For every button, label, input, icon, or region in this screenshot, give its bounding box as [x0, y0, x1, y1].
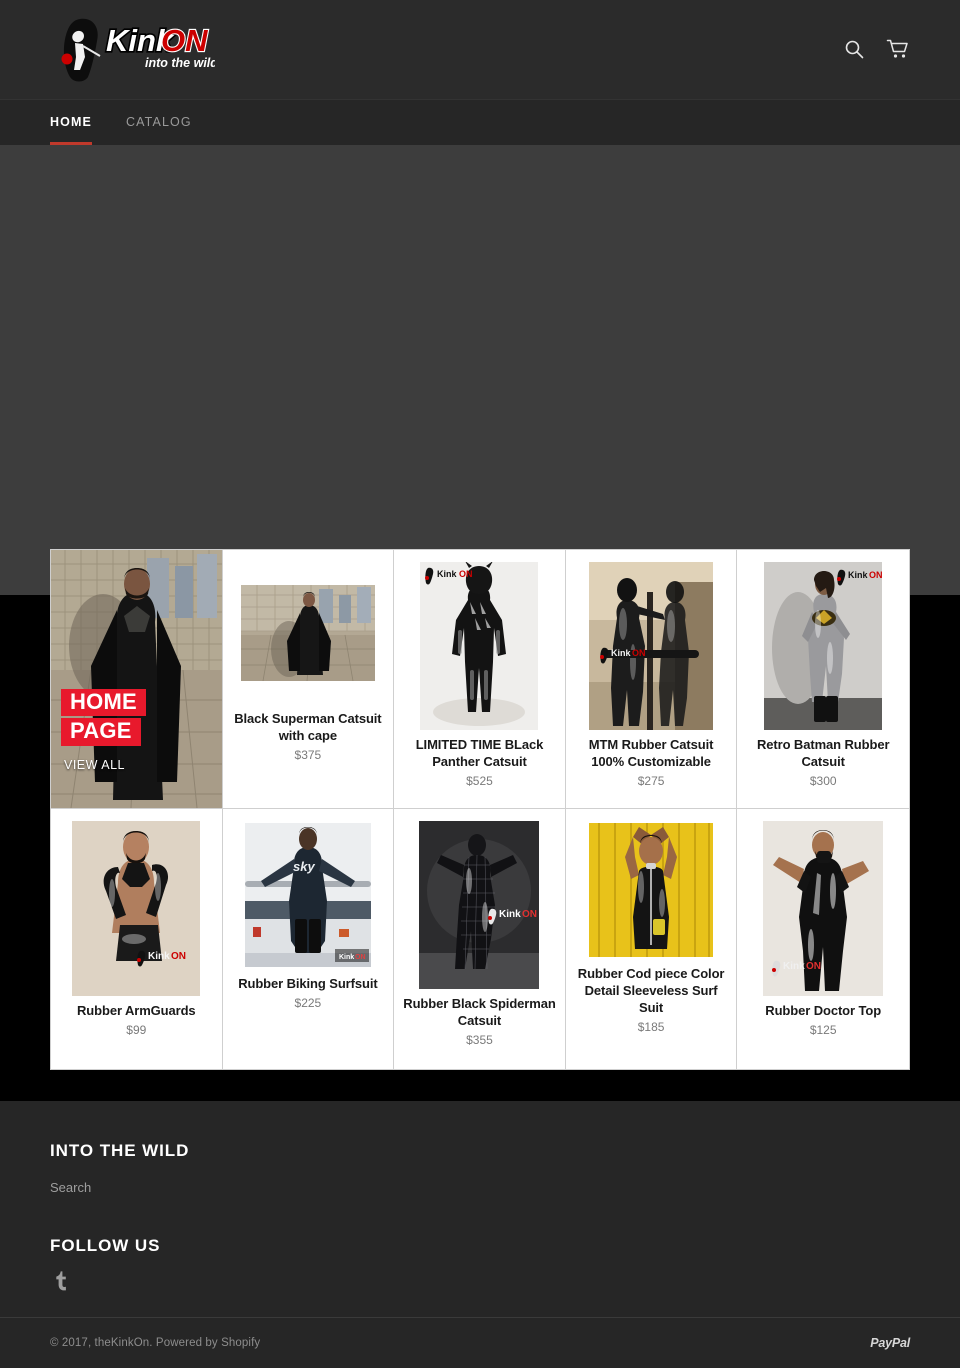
svg-text:Kink: Kink: [499, 909, 521, 920]
product-price: $99: [126, 1023, 147, 1038]
social-links: [50, 1270, 910, 1292]
product-photo: [589, 823, 714, 957]
product-image: Kink ON: [403, 821, 556, 989]
svg-text:ON: ON: [806, 961, 821, 972]
svg-text:ON: ON: [632, 648, 646, 658]
logo-artwork: Kink ON into the wild: [61, 18, 215, 81]
product-title: Rubber ArmGuards: [77, 1003, 196, 1018]
product-card[interactable]: Rubber Cod piece Color Detail Sleeveless…: [565, 809, 738, 1069]
product-image: sky Kink ON: [232, 821, 385, 969]
product-photo: Kink ON: [72, 821, 201, 996]
product-title: LIMITED TIME BLack Panther Catsuit: [415, 737, 544, 770]
product-photo: Kink ON: [419, 821, 540, 989]
svg-text:Kink: Kink: [611, 648, 631, 658]
paypal-icon: PayPal: [870, 1336, 910, 1350]
site-header: Kink ON into the wild: [0, 0, 960, 99]
tumblr-icon[interactable]: [50, 1270, 68, 1292]
footer-link-search[interactable]: Search: [50, 1180, 910, 1195]
svg-text:ON: ON: [161, 23, 208, 58]
product-image: Kink ON: [403, 562, 556, 730]
promo-title-line2: PAGE: [61, 718, 141, 746]
svg-text:into the wild: into the wild: [145, 56, 215, 70]
svg-text:Kink: Kink: [783, 961, 805, 972]
product-title: Rubber Doctor Top: [765, 1003, 882, 1018]
product-image: [232, 562, 385, 704]
search-icon[interactable]: [843, 38, 865, 60]
product-price: $375: [294, 748, 322, 763]
product-image: [575, 821, 728, 959]
svg-text:ON: ON: [869, 570, 882, 580]
product-card[interactable]: sky Kink ON Rubber Biking Surfsuit $225: [222, 809, 395, 1069]
product-price: $355: [466, 1033, 493, 1048]
product-photo: sky Kink ON: [244, 823, 371, 967]
site-logo[interactable]: Kink ON into the wild: [50, 15, 215, 85]
product-photo: Kink ON: [763, 821, 884, 996]
nav-item-home[interactable]: Home: [50, 101, 92, 145]
product-card[interactable]: Kink ON Retro Batman Rubber Catsuit $300: [737, 550, 909, 808]
product-price: $185: [637, 1020, 665, 1035]
product-row: Kink ON Rubber ArmGuards $99 sky Kink ON…: [51, 809, 909, 1069]
product-photo: Kink ON: [589, 562, 714, 730]
tumblr-glyph: [56, 1271, 66, 1291]
main-navigation: Home Catalog: [0, 99, 960, 145]
product-image: Kink ON: [575, 562, 728, 730]
product-title: Rubber Cod piece Color Detail Sleeveless…: [577, 966, 725, 1016]
product-title: Black Superman Catsuit with cape: [234, 711, 382, 744]
svg-text:Kink: Kink: [437, 569, 457, 579]
product-card[interactable]: Kink ON LIMITED TIME BLack Panther Catsu…: [394, 550, 566, 808]
product-card[interactable]: Kink ON Rubber Black Spiderman Catsuit $…: [394, 809, 566, 1069]
copyright-text: © 2017, theKinkOn. Powered by Shopify: [50, 1337, 261, 1349]
footer-menu-heading: INTO THE WILD: [50, 1141, 190, 1160]
product-row: HOME PAGE VIEW ALL Black Superman Catsui…: [51, 550, 909, 809]
nav-item-catalog[interactable]: Catalog: [126, 101, 192, 144]
featured-collection-grid: HOME PAGE VIEW ALL Black Superman Catsui…: [50, 549, 910, 1070]
product-title: MTM Rubber Catsuit 100% Customizable: [588, 737, 714, 770]
product-title: Rubber Black Spiderman Catsuit: [403, 996, 556, 1029]
footer-follow-heading: FOLLOW US: [50, 1236, 161, 1255]
copyright-bar: © 2017, theKinkOn. Powered by Shopify Pa…: [0, 1317, 960, 1368]
product-price: $525: [466, 774, 493, 789]
promo-title-line1: HOME: [61, 688, 146, 717]
page-root: Kink ON into the wild Home: [0, 0, 960, 1368]
hero-banner: [0, 145, 960, 595]
product-photo: [240, 585, 375, 681]
product-card[interactable]: Black Superman Catsuit with cape $375: [222, 550, 395, 808]
product-price: $125: [809, 1023, 837, 1038]
product-photo: Kink ON: [764, 562, 883, 730]
collection-promo-title: HOME PAGE: [61, 688, 146, 746]
product-title: Retro Batman Rubber Catsuit: [756, 737, 890, 770]
cart-icon[interactable]: [886, 38, 908, 60]
svg-text:ON: ON: [459, 569, 473, 579]
product-card[interactable]: Kink ON Rubber ArmGuards $99: [51, 809, 223, 1069]
site-footer: INTO THE WILD Search FOLLOW US: [0, 1101, 960, 1317]
header-actions: [843, 38, 908, 60]
svg-text:Kink: Kink: [339, 954, 354, 961]
product-card[interactable]: Kink ON MTM Rubber Catsuit 100% Customiz…: [565, 550, 738, 808]
product-image: Kink ON: [746, 562, 900, 730]
product-title: Rubber Biking Surfsuit: [238, 976, 378, 991]
svg-text:ON: ON: [522, 909, 537, 920]
product-image: Kink ON: [60, 821, 213, 996]
watermark: Kink ON: [334, 949, 369, 962]
svg-text:ON: ON: [355, 954, 366, 961]
svg-text:sky: sky: [293, 859, 315, 874]
view-all-link[interactable]: VIEW ALL: [64, 758, 125, 772]
product-price: $300: [809, 774, 837, 789]
product-photo: Kink ON: [420, 562, 539, 730]
product-image: Kink ON: [746, 821, 900, 996]
product-price: $275: [637, 774, 665, 789]
svg-text:Kink: Kink: [148, 951, 170, 962]
product-card[interactable]: Kink ON Rubber Doctor Top $125: [737, 809, 909, 1069]
svg-text:Kink: Kink: [848, 570, 868, 580]
collection-promo-card[interactable]: HOME PAGE VIEW ALL: [51, 550, 223, 808]
product-price: $225: [294, 996, 322, 1011]
svg-text:ON: ON: [171, 951, 186, 962]
